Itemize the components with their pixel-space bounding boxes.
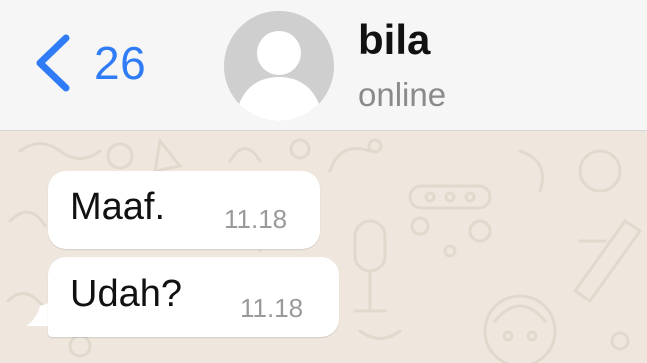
avatar[interactable] bbox=[224, 11, 334, 121]
chat-header: 26 bila online bbox=[0, 0, 647, 131]
message-list[interactable]: Maaf. 11.18 Udah? 11.18 bbox=[0, 131, 647, 363]
contact-name[interactable]: bila bbox=[358, 16, 430, 64]
message-text: Udah? bbox=[70, 273, 182, 315]
chevron-left-icon bbox=[36, 34, 70, 92]
unread-count: 26 bbox=[94, 37, 147, 89]
person-placeholder-icon bbox=[224, 11, 334, 121]
message-text: Maaf. bbox=[70, 186, 166, 228]
contact-status: online bbox=[358, 76, 447, 113]
message-bubble[interactable]: Udah? 11.18 bbox=[48, 257, 339, 337]
message-time: 11.18 bbox=[240, 293, 304, 323]
message-bubble[interactable]: Maaf. 11.18 bbox=[48, 171, 320, 249]
back-button[interactable]: 26 bbox=[32, 30, 146, 96]
message-time: 11.18 bbox=[224, 204, 288, 234]
